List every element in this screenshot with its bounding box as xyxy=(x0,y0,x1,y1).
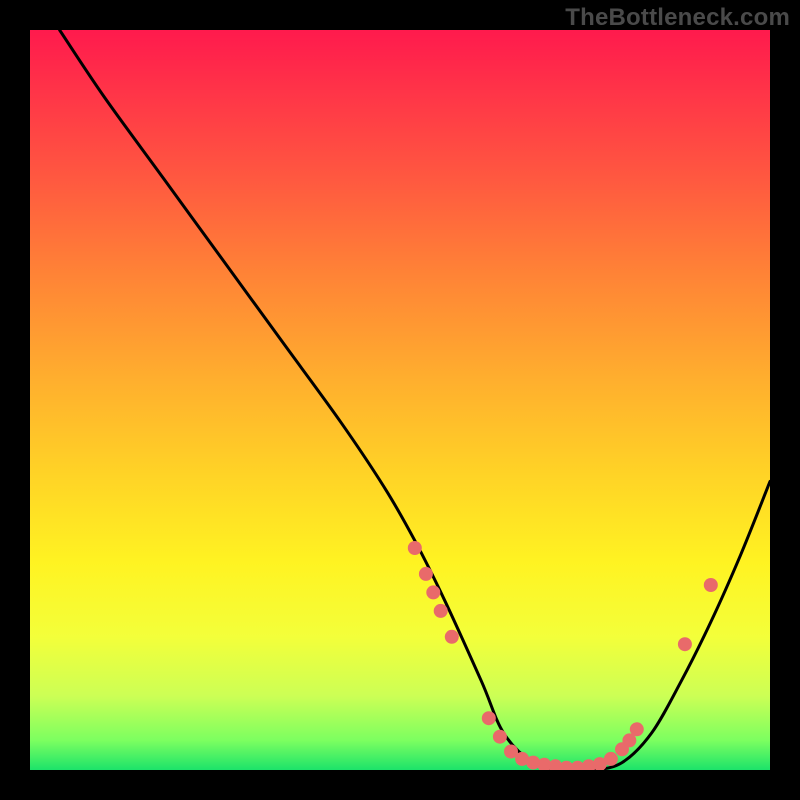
data-marker xyxy=(604,752,618,766)
data-marker xyxy=(419,567,433,581)
data-marker xyxy=(704,578,718,592)
data-marker xyxy=(678,637,692,651)
data-marker xyxy=(493,730,507,744)
data-marker xyxy=(434,604,448,618)
data-marker xyxy=(482,711,496,725)
chart-svg xyxy=(30,30,770,770)
chart-frame: TheBottleneck.com xyxy=(0,0,800,800)
plot-area xyxy=(30,30,770,770)
marker-group xyxy=(408,541,718,770)
watermark-text: TheBottleneck.com xyxy=(565,4,790,32)
data-marker xyxy=(630,722,644,736)
bottleneck-curve-path xyxy=(60,30,770,770)
data-marker xyxy=(445,630,459,644)
data-marker xyxy=(426,585,440,599)
data-marker xyxy=(408,541,422,555)
